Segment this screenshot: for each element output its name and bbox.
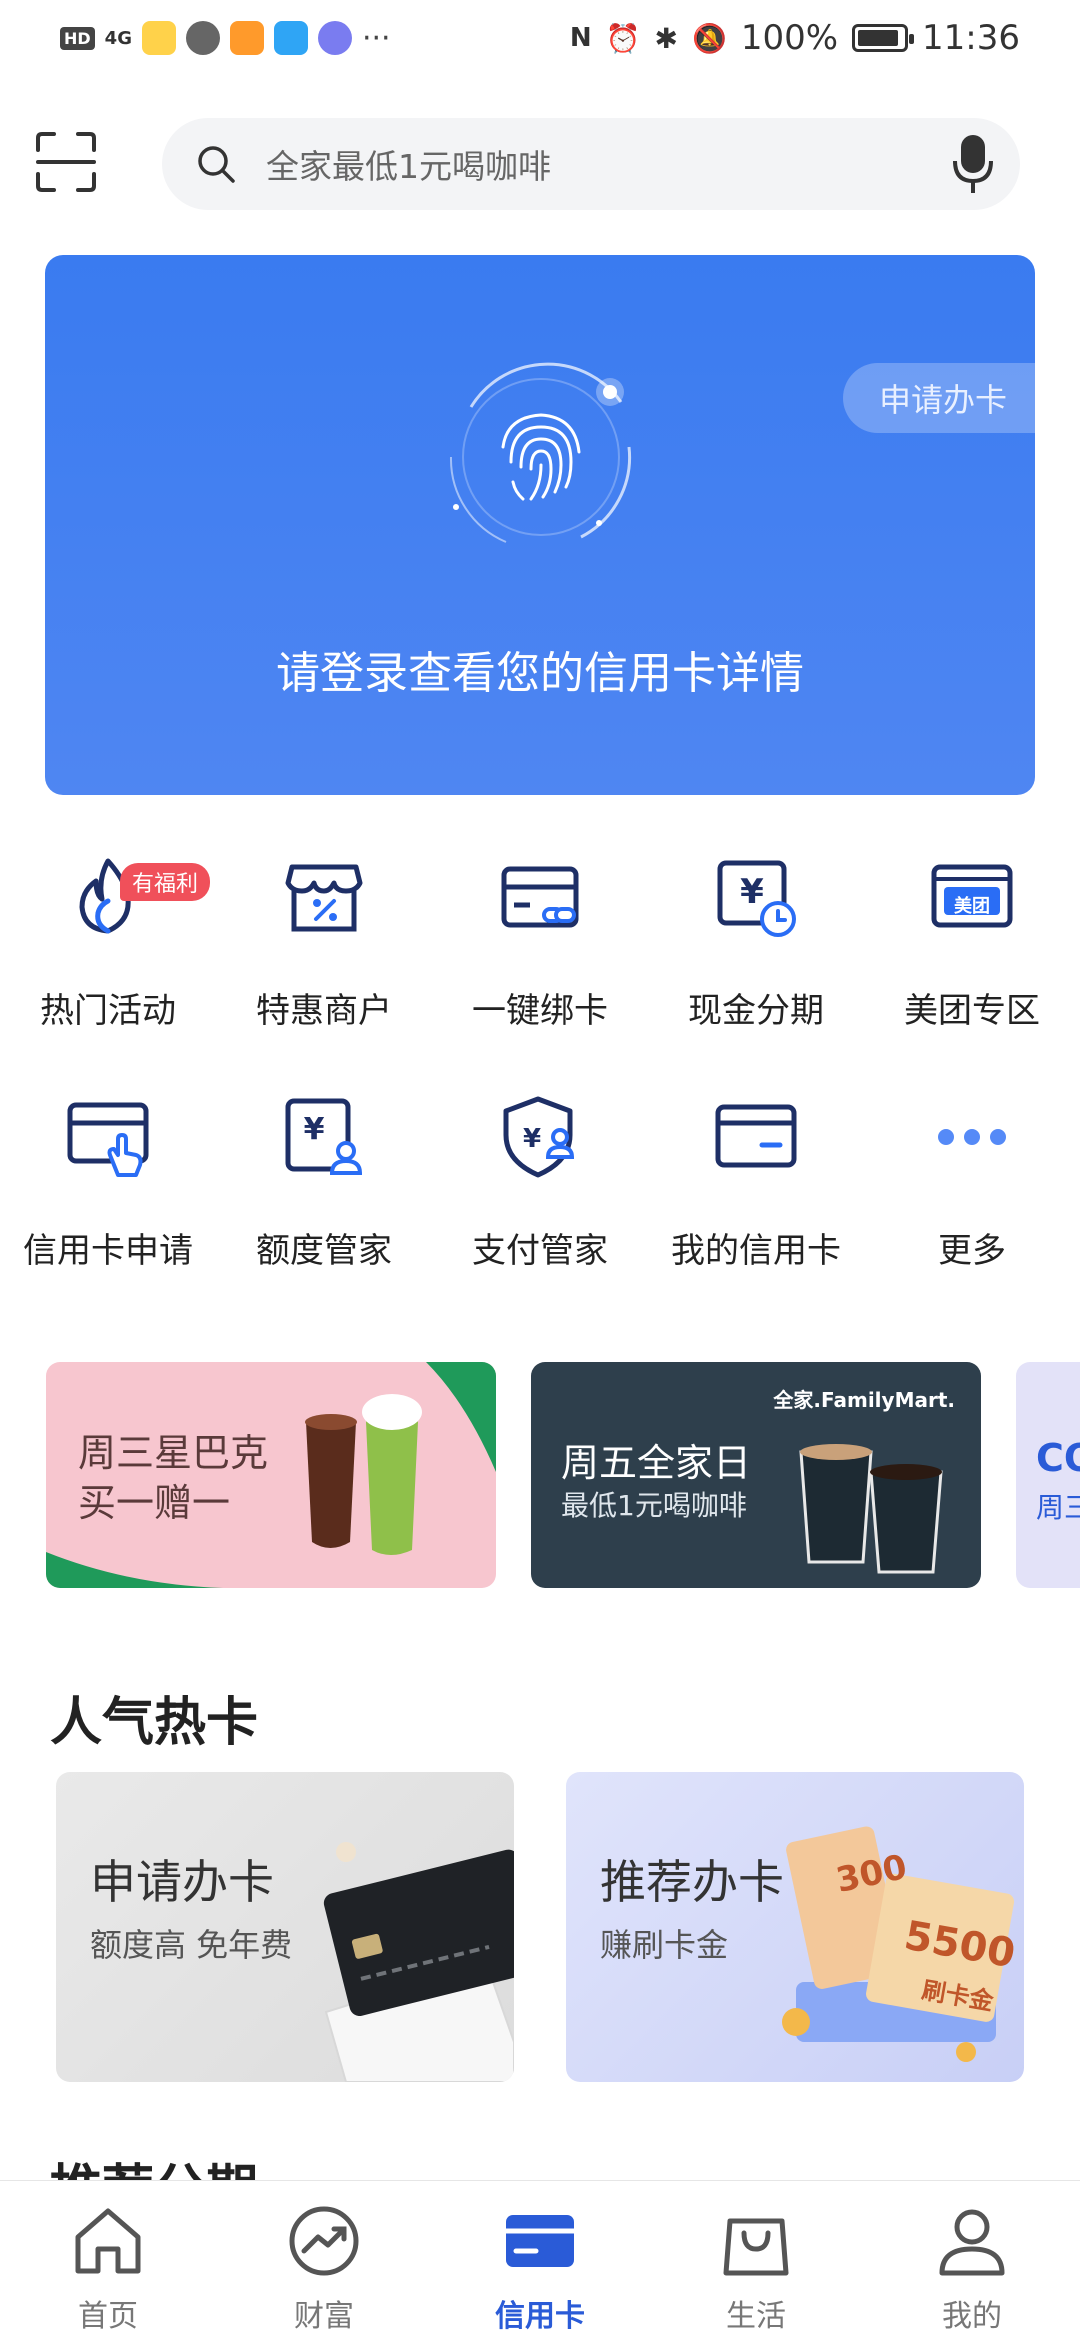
alarm-icon: ⏰ — [605, 21, 641, 55]
quick-action-label: 美团专区 — [904, 991, 1040, 1031]
login-hero-banner[interactable]: 申请办卡 请登录查看您的信用卡详情 — [45, 255, 1035, 795]
quick-action-discount-merchants[interactable]: 特惠商户 — [216, 855, 432, 1031]
nav-home[interactable]: 首页 — [0, 2181, 216, 2340]
promo-starbucks[interactable]: 周三星巴克 买一赠一 — [46, 1362, 496, 1588]
search-placeholder: 全家最低1元喝咖啡 — [266, 147, 551, 186]
quick-action-label: 更多 — [938, 1231, 1006, 1271]
shop-discount-icon — [285, 864, 363, 932]
fingerprint-icon — [449, 362, 632, 543]
message-app-icon — [185, 21, 220, 55]
status-left: HD 4G ··· — [60, 21, 391, 56]
weibo-app-icon — [141, 21, 176, 55]
wealth-icon — [289, 2206, 359, 2276]
quick-action-label: 信用卡申请 — [23, 1231, 193, 1271]
battery-icon — [852, 24, 915, 52]
bluetooth-icon: ✱ — [654, 21, 678, 55]
promo-title: 周五全家日 — [561, 1441, 752, 1485]
search-icon — [198, 146, 235, 183]
nav-label: 生活 — [726, 2299, 786, 2334]
bottom-navigation: 首页 财富 信用卡 生活 我的 — [0, 2180, 1080, 2340]
signal-icon: 4G — [104, 27, 132, 49]
quick-action-cash-installment[interactable]: ¥ 现金分期 — [648, 855, 864, 1031]
quick-action-limit-manager[interactable]: ¥ 额度管家 — [216, 1095, 432, 1271]
quick-action-payment-manager[interactable]: ¥ 支付管家 — [432, 1095, 648, 1271]
battery-percent: 100% — [740, 18, 839, 58]
promo-partial[interactable]: CO 周三 — [1016, 1362, 1080, 1588]
shopping-bag-icon — [723, 2218, 789, 2276]
promo-subtitle: 周三 — [1036, 1491, 1080, 1524]
credit-card-image — [323, 1842, 514, 2082]
card-apply-icon — [67, 1102, 149, 1177]
nfc-icon: N — [569, 23, 592, 53]
search-row: 全家最低1元喝咖啡 — [0, 118, 1080, 210]
search-input[interactable]: 全家最低1元喝咖啡 — [162, 118, 1020, 210]
hd-badge: HD — [60, 26, 95, 50]
video-app-icon — [229, 21, 264, 55]
promo-carousel[interactable]: 周三星巴克 买一赠一 全家.FamilyMart. 周五全家日 最低1元喝咖啡 … — [0, 1362, 1080, 1588]
nav-wealth[interactable]: 财富 — [216, 2181, 432, 2340]
hot-card-title: 申请办卡 — [90, 1855, 274, 1909]
nav-label: 财富 — [294, 2299, 354, 2334]
svg-text:¥: ¥ — [740, 872, 764, 912]
promo-title: CO — [1036, 1436, 1080, 1480]
familymart-logo: 全家.FamilyMart. — [773, 1388, 955, 1412]
nav-profile[interactable]: 我的 — [864, 2181, 1080, 2340]
my-card-icon — [715, 1104, 797, 1168]
quick-action-label: 一键绑卡 — [472, 991, 608, 1031]
microphone-icon[interactable] — [952, 133, 994, 195]
quick-action-label: 特惠商户 — [256, 991, 392, 1031]
more-notifications: ··· — [361, 20, 391, 56]
hot-card-subtitle: 额度高 免年费 — [90, 1926, 293, 1964]
quick-action-label: 支付管家 — [472, 1231, 608, 1271]
coffee-cups-image — [799, 1444, 943, 1574]
svg-text:¥: ¥ — [304, 1112, 325, 1147]
payment-manager-icon: ¥ — [503, 1096, 575, 1178]
search-app-icon — [273, 21, 308, 55]
bind-card-icon — [501, 866, 579, 928]
limit-manager-icon: ¥ — [285, 1098, 363, 1175]
apply-card-button[interactable]: 申请办卡 — [842, 363, 1035, 433]
music-app-icon — [317, 21, 352, 55]
welfare-badge: 有福利 — [120, 863, 211, 901]
quick-action-meituan[interactable]: 美团 美团专区 — [864, 855, 1080, 1031]
nav-label: 我的 — [942, 2299, 1002, 2334]
clock: 11:36 — [922, 18, 1020, 58]
scan-icon[interactable] — [34, 130, 98, 194]
status-right: N ⏰ ✱ 🔕 100% 11:36 — [570, 18, 1020, 58]
promo-title-line1: 周三星巴克 — [78, 1431, 269, 1475]
quick-action-bind-card[interactable]: 一键绑卡 — [432, 855, 648, 1031]
hot-card-subtitle: 赚刷卡金 — [600, 1926, 729, 1964]
hot-card-title: 推荐办卡 — [600, 1855, 784, 1909]
quick-action-hot-activities[interactable]: 有福利 热门活动 — [0, 855, 216, 1031]
quick-action-label: 额度管家 — [256, 1231, 392, 1271]
section-title-popular-cards: 人气热卡 — [50, 1693, 259, 1753]
cash-installment-icon: ¥ — [717, 860, 796, 937]
nav-label: 信用卡 — [495, 2299, 585, 2334]
promo-familymart[interactable]: 全家.FamilyMart. 周五全家日 最低1元喝咖啡 — [531, 1362, 981, 1588]
status-bar: HD 4G ··· N ⏰ ✱ 🔕 100% 11:36 — [0, 0, 1080, 76]
nav-label: 首页 — [78, 2299, 138, 2334]
quick-action-my-card[interactable]: 我的信用卡 — [648, 1095, 864, 1271]
quick-action-more[interactable]: 更多 — [864, 1095, 1080, 1271]
mute-icon: 🔕 — [691, 21, 727, 55]
quick-action-card-apply[interactable]: 信用卡申请 — [0, 1095, 216, 1271]
more-dots-icon — [938, 1129, 1006, 1145]
promo-subtitle: 最低1元喝咖啡 — [561, 1489, 747, 1522]
nav-life[interactable]: 生活 — [648, 2181, 864, 2340]
profile-icon — [939, 2209, 1005, 2276]
svg-text:¥: ¥ — [523, 1124, 541, 1154]
hot-card-apply[interactable]: 申请办卡 额度高 免年费 — [56, 1772, 514, 2082]
home-icon — [75, 2208, 141, 2274]
credit-card-icon — [506, 2215, 574, 2267]
promo-title-line2: 买一赠一 — [78, 1481, 231, 1525]
quick-action-label: 现金分期 — [688, 991, 824, 1031]
meituan-icon-text: 美团 — [954, 896, 990, 917]
quick-action-label: 热门活动 — [40, 991, 176, 1031]
quick-action-label: 我的信用卡 — [671, 1231, 841, 1271]
nav-credit-card[interactable]: 信用卡 — [432, 2181, 648, 2340]
login-prompt: 请登录查看您的信用卡详情 — [276, 648, 804, 699]
hot-card-recommend[interactable]: 300 5500 刷卡金 推荐办卡 赚刷卡金 — [566, 1772, 1024, 2082]
